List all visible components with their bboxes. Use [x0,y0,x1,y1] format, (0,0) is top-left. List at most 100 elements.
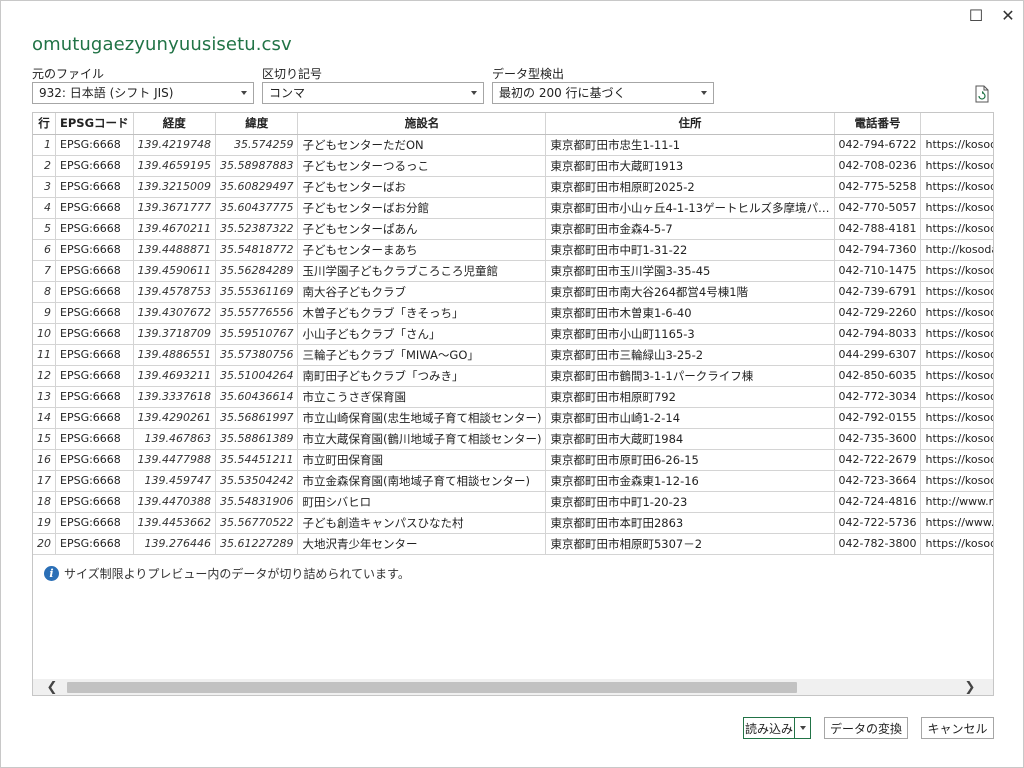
cell-url[interactable]: https://kosoda [920,533,993,555]
cell-url[interactable]: https://kosoda [920,428,993,450]
cell-phone[interactable]: 042-729-2260 [834,302,922,324]
cell-longitude[interactable]: 139.4590611 [133,260,217,282]
cell-url[interactable]: https://kosoda [920,281,993,303]
cell-row-number[interactable]: 2 [33,155,56,177]
cell-facility-name[interactable]: 木曽子どもクラブ「きそっち」 [297,302,547,324]
cell-epsg[interactable]: EPSG:6668 [55,218,134,240]
cell-address[interactable]: 東京都町田市玉川学園3-35-45 [545,260,835,282]
cell-url[interactable]: https://kosoda [920,176,993,198]
cell-address[interactable]: 東京都町田市相原町2025-2 [545,176,835,198]
cell-latitude[interactable]: 35.60829497 [215,176,299,198]
cell-longitude[interactable]: 139.4659195 [133,155,217,177]
cell-longitude[interactable]: 139.3718709 [133,323,217,345]
cell-row-number[interactable]: 5 [33,218,56,240]
cell-epsg[interactable]: EPSG:6668 [55,365,134,387]
source-file-select[interactable]: 932: 日本語 (シフト JIS) [32,82,254,104]
cell-latitude[interactable]: 35.574259 [215,134,299,156]
cell-facility-name[interactable]: 大地沢青少年センター [297,533,547,555]
cell-latitude[interactable]: 35.58861389 [215,428,299,450]
cell-epsg[interactable]: EPSG:6668 [55,512,134,534]
cell-longitude[interactable]: 139.4307672 [133,302,217,324]
cell-epsg[interactable]: EPSG:6668 [55,323,134,345]
cell-epsg[interactable]: EPSG:6668 [55,428,134,450]
cell-address[interactable]: 東京都町田市中町1-31-22 [545,239,835,261]
cell-epsg[interactable]: EPSG:6668 [55,134,134,156]
cell-longitude[interactable]: 139.3671777 [133,197,217,219]
cell-url[interactable]: https://kosoda [920,302,993,324]
cell-row-number[interactable]: 3 [33,176,56,198]
cell-url[interactable]: https://kosoda [920,386,993,408]
cell-phone[interactable]: 042-724-4816 [834,491,922,513]
cell-latitude[interactable]: 35.55776556 [215,302,299,324]
col-header-row-number[interactable]: 行 [33,113,56,135]
cell-row-number[interactable]: 8 [33,281,56,303]
maximize-icon[interactable]: ☐ [961,3,991,27]
cell-epsg[interactable]: EPSG:6668 [55,386,134,408]
cell-row-number[interactable]: 9 [33,302,56,324]
cell-address[interactable]: 東京都町田市原町田6-26-15 [545,449,835,471]
cell-epsg[interactable]: EPSG:6668 [55,176,134,198]
cell-address[interactable]: 東京都町田市本町田2863 [545,512,835,534]
cell-longitude[interactable]: 139.4453662 [133,512,217,534]
cell-longitude[interactable]: 139.4477988 [133,449,217,471]
cell-latitude[interactable]: 35.57380756 [215,344,299,366]
cell-phone[interactable]: 044-299-6307 [834,344,922,366]
cell-facility-name[interactable]: 三輪子どもクラブ「MIWA～GO」 [297,344,547,366]
close-icon[interactable]: ✕ [993,3,1023,27]
cell-row-number[interactable]: 12 [33,365,56,387]
cell-latitude[interactable]: 35.59510767 [215,323,299,345]
cell-url[interactable]: https://kosoda [920,218,993,240]
cell-address[interactable]: 東京都町田市大蔵町1913 [545,155,835,177]
refresh-icon[interactable] [973,85,991,103]
cell-row-number[interactable]: 18 [33,491,56,513]
cell-row-number[interactable]: 14 [33,407,56,429]
cell-row-number[interactable]: 15 [33,428,56,450]
cell-phone[interactable]: 042-722-2679 [834,449,922,471]
col-header-url[interactable] [920,113,993,135]
cell-epsg[interactable]: EPSG:6668 [55,155,134,177]
cell-row-number[interactable]: 4 [33,197,56,219]
cell-phone[interactable]: 042-739-6791 [834,281,922,303]
cell-address[interactable]: 東京都町田市大蔵町1984 [545,428,835,450]
cell-phone[interactable]: 042-710-1475 [834,260,922,282]
cell-facility-name[interactable]: 子どもセンターつるっこ [297,155,547,177]
cell-row-number[interactable]: 6 [33,239,56,261]
cell-longitude[interactable]: 139.3215009 [133,176,217,198]
cell-row-number[interactable]: 11 [33,344,56,366]
cell-latitude[interactable]: 35.54451211 [215,449,299,471]
cell-facility-name[interactable]: 小山子どもクラブ「さん」 [297,323,547,345]
cell-latitude[interactable]: 35.60436614 [215,386,299,408]
cell-phone[interactable]: 042-722-5736 [834,512,922,534]
cell-epsg[interactable]: EPSG:6668 [55,449,134,471]
cell-phone[interactable]: 042-782-3800 [834,533,922,555]
cell-epsg[interactable]: EPSG:6668 [55,302,134,324]
cell-facility-name[interactable]: 子どもセンターばお分館 [297,197,547,219]
cell-latitude[interactable]: 35.56770522 [215,512,299,534]
col-header-phone[interactable]: 電話番号 [834,113,922,135]
cell-url[interactable]: https://kosoda [920,155,993,177]
cell-epsg[interactable]: EPSG:6668 [55,260,134,282]
cell-address[interactable]: 東京都町田市金森東1-12-16 [545,470,835,492]
cell-url[interactable]: http://kosodat [920,239,993,261]
cell-address[interactable]: 東京都町田市小山町1165-3 [545,323,835,345]
cell-longitude[interactable]: 139.4488871 [133,239,217,261]
cell-epsg[interactable]: EPSG:6668 [55,197,134,219]
cell-phone[interactable]: 042-735-3600 [834,428,922,450]
cell-url[interactable]: https://www.s [920,512,993,534]
transform-data-button[interactable]: データの変換 [824,717,908,739]
col-header-epsg[interactable]: EPSGコード [55,113,134,135]
cell-phone[interactable]: 042-850-6035 [834,365,922,387]
cell-url[interactable]: https://kosoda [920,134,993,156]
cell-address[interactable]: 東京都町田市相原町792 [545,386,835,408]
cell-facility-name[interactable]: 南町田子どもクラブ「つみき」 [297,365,547,387]
cell-latitude[interactable]: 35.58987883 [215,155,299,177]
cell-facility-name[interactable]: 子どもセンターばお [297,176,547,198]
cell-phone[interactable]: 042-723-3664 [834,470,922,492]
cell-url[interactable]: https://kosoda [920,344,993,366]
cancel-button[interactable]: キャンセル [921,717,994,739]
cell-longitude[interactable]: 139.4470388 [133,491,217,513]
cell-longitude[interactable]: 139.4693211 [133,365,217,387]
cell-facility-name[interactable]: 町田シバヒロ [297,491,547,513]
cell-phone[interactable]: 042-770-5057 [834,197,922,219]
load-dropdown-button[interactable] [794,717,811,739]
